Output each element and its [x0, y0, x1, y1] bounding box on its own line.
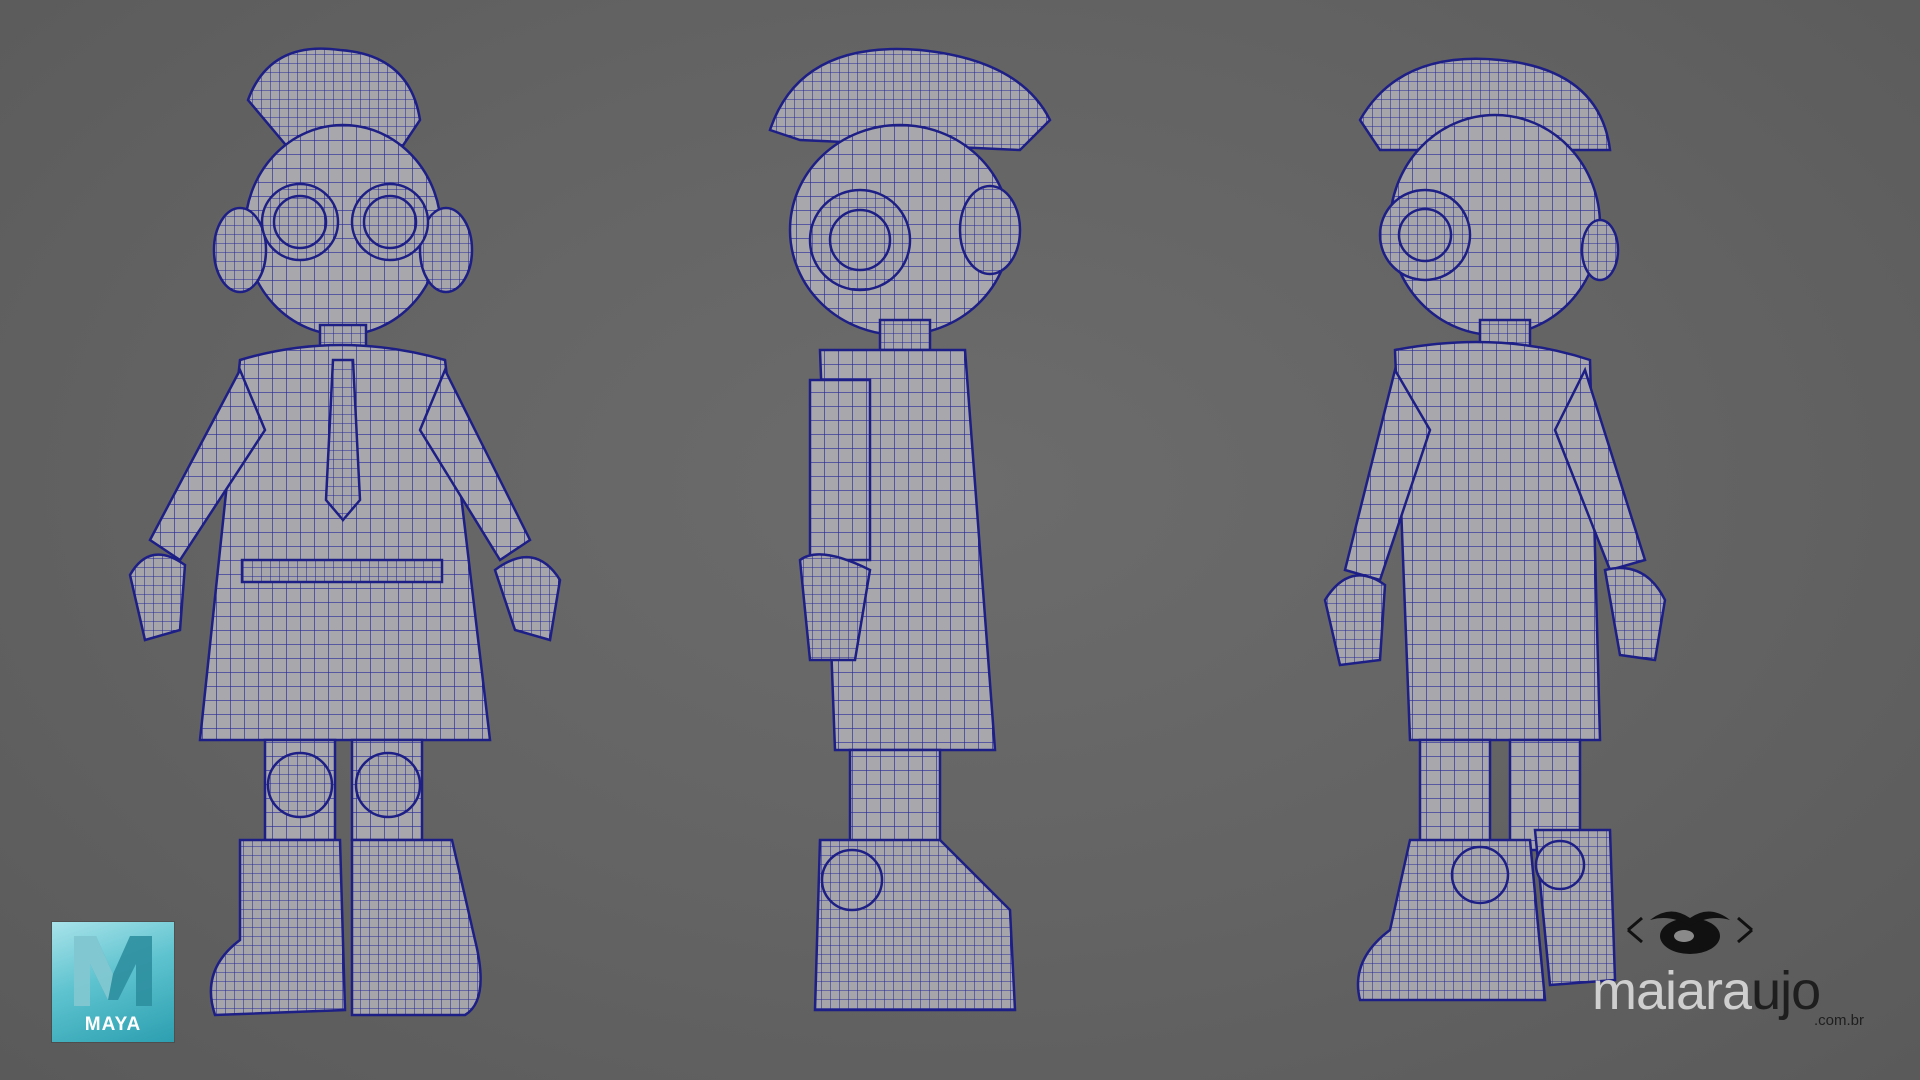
watermark-name: maiaraujo — [1592, 961, 1821, 1021]
viewport: MAYA maiaraujo .com.br — [0, 0, 1920, 1080]
maya-logo: MAYA — [52, 922, 174, 1042]
bird-emblem-icon — [1627, 911, 1753, 954]
watermark-name-light: maiara — [1592, 961, 1752, 1021]
watermark-domain: .com.br — [1814, 1012, 1865, 1029]
artist-watermark: maiaraujo .com.br — [1584, 900, 1874, 1050]
watermark-name-dark: ujo — [1751, 961, 1821, 1021]
character-side-view — [768, 47, 1052, 1012]
character-front-view — [128, 47, 562, 1017]
maya-label: MAYA — [84, 1014, 142, 1035]
